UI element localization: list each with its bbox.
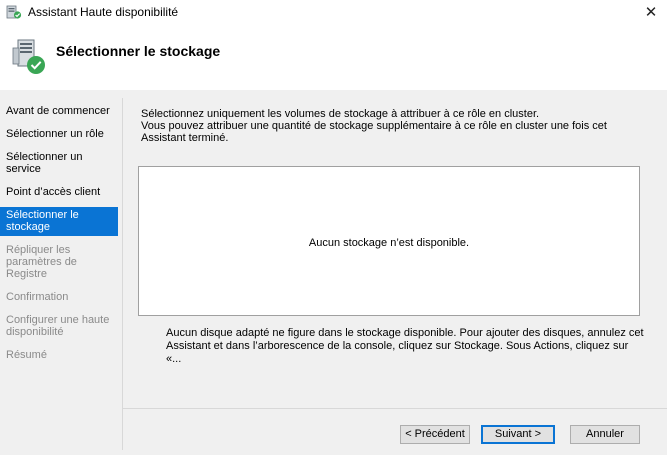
cluster-wizard-icon bbox=[6, 5, 22, 19]
sidebar-item-configurer-haute-disponibilite: Configurer une haute disponibilité bbox=[6, 314, 110, 338]
sidebar-item-avant-de-commencer[interactable]: Avant de commencer bbox=[0, 103, 118, 120]
wizard-body: Avant de commencer Sélectionner un rôle … bbox=[0, 90, 667, 455]
intro-text: Sélectionnez uniquement les volumes de s… bbox=[141, 108, 641, 144]
sidebar-item-selectionner-service[interactable]: Sélectionner un service bbox=[0, 149, 118, 178]
wizard-header: Sélectionner le stockage bbox=[0, 24, 667, 90]
sidebar-item-selectionner-stockage[interactable]: Sélectionner le stockage bbox=[0, 207, 118, 236]
cancel-button[interactable]: Annuler bbox=[570, 425, 640, 444]
next-button[interactable]: Suivant > bbox=[481, 425, 555, 444]
intro-line-1: Sélectionnez uniquement les volumes de s… bbox=[141, 108, 540, 120]
wizard-steps-sidebar: Avant de commencer Sélectionner un rôle … bbox=[0, 103, 118, 370]
previous-button[interactable]: < Précédent bbox=[400, 425, 470, 444]
sidebar-item-point-acces-client[interactable]: Point d’accès client bbox=[0, 184, 118, 201]
sidebar-item-repliquer-registre: Répliquer les paramètres de Registre bbox=[6, 244, 77, 280]
close-button[interactable]: ✕ bbox=[635, 0, 667, 24]
storage-wizard-icon bbox=[12, 39, 45, 74]
help-text: Aucun disque adapté ne figure dans le st… bbox=[166, 327, 644, 365]
sidebar-item-confirmation: Confirmation bbox=[6, 291, 69, 303]
wizard-footer: < Précédent Suivant > Annuler bbox=[123, 408, 667, 455]
main-content: Sélectionnez uniquement les volumes de s… bbox=[123, 90, 667, 408]
page-title: Sélectionner le stockage bbox=[56, 43, 221, 59]
storage-empty-message: Aucun stockage n’est disponible. bbox=[308, 237, 470, 249]
storage-list[interactable]: Aucun stockage n’est disponible. bbox=[138, 166, 640, 316]
close-icon: ✕ bbox=[644, 4, 658, 21]
intro-line-2: Vous pouvez attribuer une quantité de st… bbox=[141, 120, 607, 144]
title-bar: Assistant Haute disponibilité ✕ bbox=[0, 0, 667, 24]
sidebar-item-resume: Résumé bbox=[6, 349, 47, 361]
sidebar-item-selectionner-role[interactable]: Sélectionner un rôle bbox=[0, 126, 118, 143]
window-title: Assistant Haute disponibilité bbox=[28, 5, 179, 19]
